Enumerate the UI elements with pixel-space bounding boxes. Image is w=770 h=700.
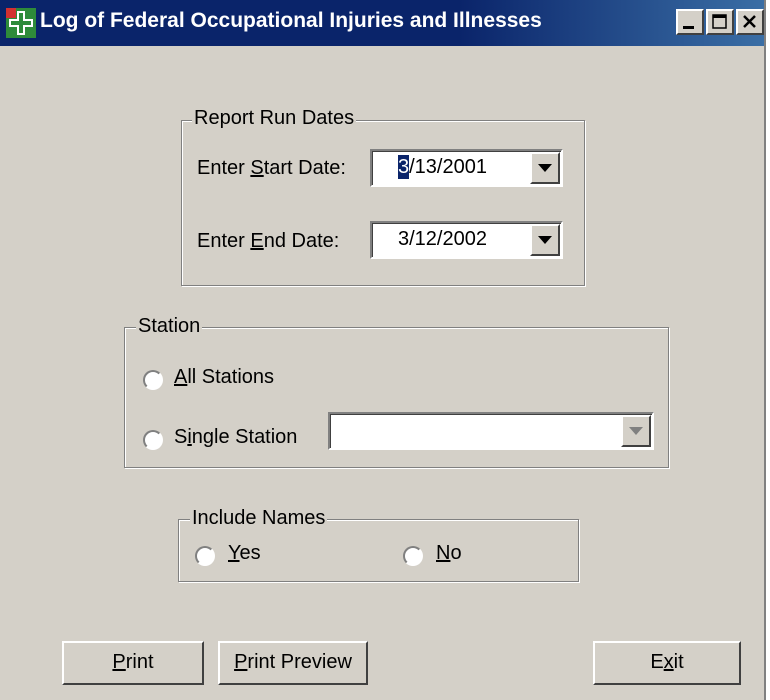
main-window: Log of Federal Occupational Injuries and… <box>0 0 766 700</box>
medical-cross-icon <box>6 8 36 38</box>
report-run-dates-label: Report Run Dates <box>192 107 357 130</box>
start-date-value: 3/13/2001 <box>398 156 487 178</box>
close-icon <box>743 15 756 28</box>
single-station-radio[interactable] <box>143 430 163 450</box>
single-station-label[interactable]: Single Station <box>174 426 297 449</box>
names-yes-label[interactable]: Yes <box>228 542 261 565</box>
start-date-label: Enter Start Date: <box>197 157 346 179</box>
names-no-radio[interactable] <box>403 546 423 566</box>
end-date-label: Enter End Date: <box>197 230 340 252</box>
single-station-select[interactable] <box>328 412 654 450</box>
title-bar[interactable]: Log of Federal Occupational Injuries and… <box>0 0 764 46</box>
minimize-button[interactable] <box>676 9 704 35</box>
start-date-dropdown-button[interactable] <box>530 152 560 184</box>
close-button[interactable] <box>736 9 764 35</box>
all-stations-radio[interactable] <box>143 370 163 390</box>
end-date-value: 3/12/2002 <box>398 228 487 250</box>
report-run-dates-group <box>181 120 585 286</box>
end-date-dropdown-button[interactable] <box>530 224 560 256</box>
print-preview-button[interactable]: Print Preview <box>218 641 368 685</box>
chevron-down-icon <box>538 236 552 244</box>
end-date-picker[interactable]: 3/12/2002 <box>370 221 563 259</box>
window-title: Log of Federal Occupational Injuries and… <box>40 9 542 32</box>
maximize-button[interactable] <box>706 9 734 35</box>
chevron-down-icon <box>629 427 643 435</box>
names-no-label[interactable]: No <box>436 542 462 565</box>
include-names-label: Include Names <box>190 507 328 530</box>
single-station-dropdown-button[interactable] <box>621 415 651 447</box>
print-button[interactable]: Print <box>62 641 204 685</box>
all-stations-label[interactable]: All Stations <box>174 366 274 389</box>
chevron-down-icon <box>538 164 552 172</box>
names-yes-radio[interactable] <box>195 546 215 566</box>
exit-button[interactable]: Exit <box>593 641 741 685</box>
station-label: Station <box>136 315 203 338</box>
start-date-picker[interactable]: 3/13/2001 <box>370 149 563 187</box>
maximize-icon <box>712 14 727 29</box>
minimize-icon <box>683 26 694 29</box>
